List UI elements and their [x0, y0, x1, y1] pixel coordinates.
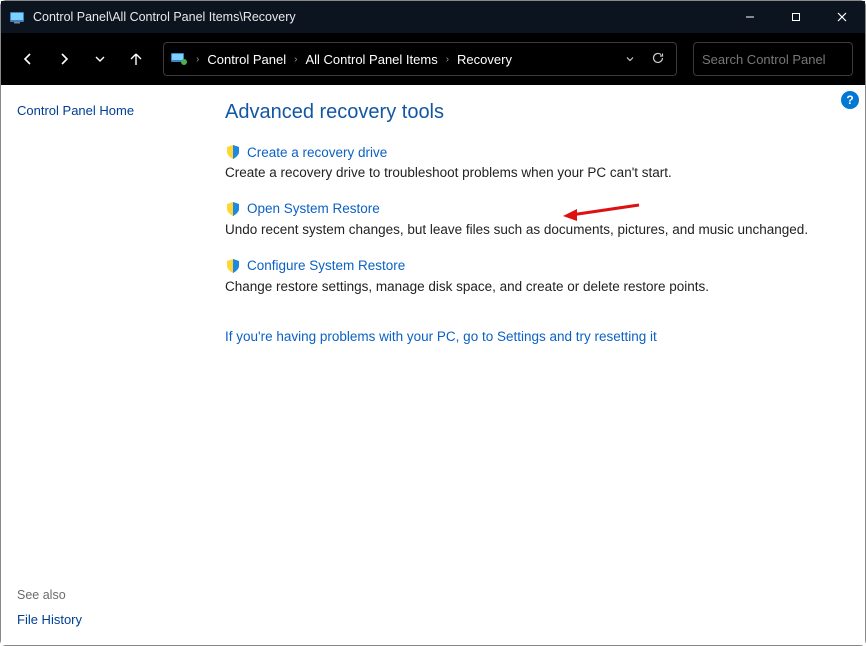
shield-icon [225, 258, 241, 274]
tool-create-recovery-drive: Create a recovery drive Create a recover… [225, 144, 837, 183]
sidebar: Control Panel Home See also File History [1, 85, 201, 645]
control-panel-home-link[interactable]: Control Panel Home [17, 103, 134, 118]
window-title: Control Panel\All Control Panel Items\Re… [33, 10, 727, 24]
nav-bar: › Control Panel › All Control Panel Item… [1, 33, 865, 85]
forward-button[interactable] [49, 44, 79, 74]
shield-icon [225, 144, 241, 160]
main-panel: Advanced recovery tools Create a recover… [201, 85, 865, 645]
minimize-button[interactable] [727, 1, 773, 33]
back-button[interactable] [13, 44, 43, 74]
see-also-section: See also File History [17, 588, 197, 627]
refresh-button[interactable] [646, 51, 670, 68]
tool-description: Change restore settings, manage disk spa… [225, 278, 837, 297]
recent-locations-button[interactable] [85, 44, 115, 74]
page-heading: Advanced recovery tools [225, 101, 837, 124]
address-bar[interactable]: › Control Panel › All Control Panel Item… [163, 42, 677, 76]
file-history-link[interactable]: File History [17, 612, 197, 627]
reset-pc-link[interactable]: If you're having problems with your PC, … [225, 329, 657, 344]
breadcrumb-control-panel[interactable]: Control Panel [207, 52, 286, 67]
chevron-right-icon[interactable]: › [192, 54, 203, 65]
chevron-right-icon[interactable]: › [290, 54, 301, 65]
tool-open-system-restore: Open System Restore Undo recent system c… [225, 201, 837, 240]
content-area: ? Control Panel Home See also File Histo… [1, 85, 865, 645]
tool-description: Undo recent system changes, but leave fi… [225, 221, 837, 240]
title-bar: Control Panel\All Control Panel Items\Re… [1, 1, 865, 33]
configure-system-restore-link[interactable]: Configure System Restore [247, 258, 405, 273]
search-box[interactable] [693, 42, 853, 76]
maximize-button[interactable] [773, 1, 819, 33]
see-also-heading: See also [17, 588, 197, 602]
control-panel-icon [170, 51, 188, 67]
close-button[interactable] [819, 1, 865, 33]
search-input[interactable] [702, 52, 866, 67]
up-button[interactable] [121, 44, 151, 74]
control-panel-icon [9, 9, 25, 25]
open-system-restore-link[interactable]: Open System Restore [247, 201, 380, 216]
breadcrumb-all-items[interactable]: All Control Panel Items [305, 52, 437, 67]
address-dropdown-button[interactable] [618, 52, 642, 67]
tool-configure-system-restore: Configure System Restore Change restore … [225, 258, 837, 297]
breadcrumb-recovery[interactable]: Recovery [457, 52, 512, 67]
create-recovery-drive-link[interactable]: Create a recovery drive [247, 145, 387, 160]
chevron-right-icon[interactable]: › [442, 54, 453, 65]
tool-description: Create a recovery drive to troubleshoot … [225, 164, 837, 183]
shield-icon [225, 201, 241, 217]
